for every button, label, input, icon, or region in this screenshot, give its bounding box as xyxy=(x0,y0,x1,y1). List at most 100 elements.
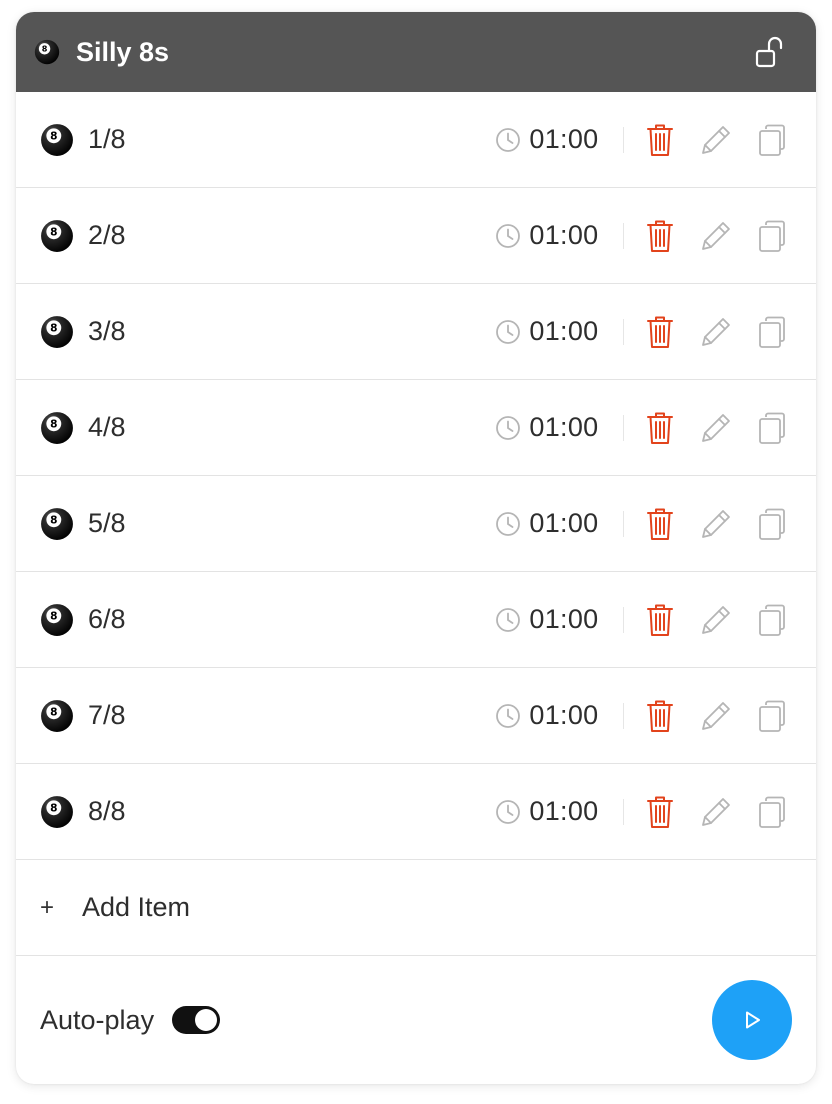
svg-text:8: 8 xyxy=(50,705,57,718)
list-item-2[interactable]: 8 2/8 01:00 xyxy=(16,188,816,284)
clock-icon xyxy=(496,319,521,344)
edit-button[interactable] xyxy=(698,216,734,256)
autoplay-toggle[interactable] xyxy=(172,1006,221,1034)
item-label: 6/8 xyxy=(88,604,126,634)
autoplay-label: Auto-play xyxy=(40,1004,155,1035)
list-item-3[interactable]: 8 3/8 01:00 xyxy=(16,284,816,380)
delete-button[interactable] xyxy=(642,408,678,448)
list-item-5[interactable]: 8 5/8 01:00 xyxy=(16,476,816,572)
8-ball-icon: 8 xyxy=(40,123,74,157)
duplicate-button[interactable] xyxy=(754,696,790,736)
add-item-button[interactable]: + Add Item xyxy=(16,860,816,956)
divider xyxy=(622,222,624,249)
delete-button[interactable] xyxy=(642,696,678,736)
delete-button[interactable] xyxy=(642,120,678,160)
svg-text:8: 8 xyxy=(50,609,57,622)
svg-text:8: 8 xyxy=(50,801,57,814)
item-time: 01:00 xyxy=(529,316,599,346)
delete-button[interactable] xyxy=(642,792,678,832)
clock-icon xyxy=(496,703,521,728)
item-label: 2/8 xyxy=(88,220,126,250)
item-label: 7/8 xyxy=(88,700,126,730)
play-icon xyxy=(746,1011,760,1029)
divider xyxy=(622,126,624,153)
8-ball-icon: 8 xyxy=(40,219,74,253)
list-title: Silly 8s xyxy=(76,36,170,67)
copy-icon xyxy=(759,124,785,156)
item-time: 01:00 xyxy=(529,508,599,538)
trash-icon xyxy=(647,604,673,636)
edit-button[interactable] xyxy=(698,504,734,544)
svg-text:8: 8 xyxy=(42,44,48,54)
copy-icon xyxy=(759,700,785,732)
timer-list-card: 8 Silly 8s 8 1/8 01:00 8 2/8 01:00 8 3/8… xyxy=(16,12,816,1084)
duplicate-button[interactable] xyxy=(754,216,790,256)
copy-icon xyxy=(759,316,785,348)
edit-button[interactable] xyxy=(698,408,734,448)
trash-icon xyxy=(647,412,673,444)
duplicate-button[interactable] xyxy=(754,408,790,448)
trash-icon xyxy=(647,124,673,156)
pencil-icon xyxy=(702,701,730,730)
item-duration: 01:00 xyxy=(495,796,598,827)
edit-button[interactable] xyxy=(698,792,734,832)
copy-icon xyxy=(759,508,785,540)
item-label: 8/8 xyxy=(88,796,126,826)
8-ball-icon: 8 xyxy=(34,39,60,65)
divider xyxy=(622,606,624,633)
pencil-icon xyxy=(702,797,730,826)
list-item-4[interactable]: 8 4/8 01:00 xyxy=(16,380,816,476)
pencil-icon xyxy=(702,221,730,250)
item-label: 3/8 xyxy=(88,316,126,346)
copy-icon xyxy=(759,412,785,444)
divider xyxy=(622,510,624,537)
duplicate-button[interactable] xyxy=(754,600,790,640)
edit-button[interactable] xyxy=(698,600,734,640)
item-time: 01:00 xyxy=(529,412,599,442)
list-item-1[interactable]: 8 1/8 01:00 xyxy=(16,92,816,188)
edit-button[interactable] xyxy=(698,312,734,352)
item-duration: 01:00 xyxy=(495,412,598,443)
copy-icon xyxy=(759,604,785,636)
item-label: 1/8 xyxy=(88,124,126,154)
delete-button[interactable] xyxy=(642,504,678,544)
8-ball-icon: 8 xyxy=(40,699,74,733)
8-ball-icon: 8 xyxy=(40,315,74,349)
item-duration: 01:00 xyxy=(495,124,598,155)
svg-text:8: 8 xyxy=(50,129,57,142)
divider xyxy=(622,414,624,441)
list-footer: Auto-play xyxy=(16,956,816,1084)
svg-text:8: 8 xyxy=(50,321,57,334)
list-item-7[interactable]: 8 7/8 01:00 xyxy=(16,668,816,764)
item-time: 01:00 xyxy=(529,124,599,154)
list-item-6[interactable]: 8 6/8 01:00 xyxy=(16,572,816,668)
item-label: 5/8 xyxy=(88,508,126,538)
clock-icon xyxy=(496,415,521,440)
delete-button[interactable] xyxy=(642,312,678,352)
trash-icon xyxy=(647,316,673,348)
delete-button[interactable] xyxy=(642,216,678,256)
duplicate-button[interactable] xyxy=(754,792,790,832)
divider xyxy=(622,318,624,345)
play-button[interactable] xyxy=(712,980,792,1060)
item-duration: 01:00 xyxy=(495,220,598,251)
pencil-icon xyxy=(702,317,730,346)
trash-icon xyxy=(647,508,673,540)
list-item-8[interactable]: 8 8/8 01:00 xyxy=(16,764,816,860)
pencil-icon xyxy=(702,125,730,154)
clock-icon xyxy=(496,127,521,152)
item-label: 4/8 xyxy=(88,412,126,442)
duplicate-button[interactable] xyxy=(754,312,790,352)
duplicate-button[interactable] xyxy=(754,504,790,544)
edit-button[interactable] xyxy=(698,696,734,736)
duplicate-button[interactable] xyxy=(754,120,790,160)
delete-button[interactable] xyxy=(642,600,678,640)
toggle-knob xyxy=(195,1009,218,1031)
list-header: 8 Silly 8s xyxy=(16,12,816,92)
pencil-icon xyxy=(702,413,730,442)
pencil-icon xyxy=(702,509,730,538)
edit-button[interactable] xyxy=(698,120,734,160)
unlocked-padlock-icon[interactable] xyxy=(752,32,786,72)
clock-icon xyxy=(496,511,521,536)
trash-icon xyxy=(647,796,673,828)
